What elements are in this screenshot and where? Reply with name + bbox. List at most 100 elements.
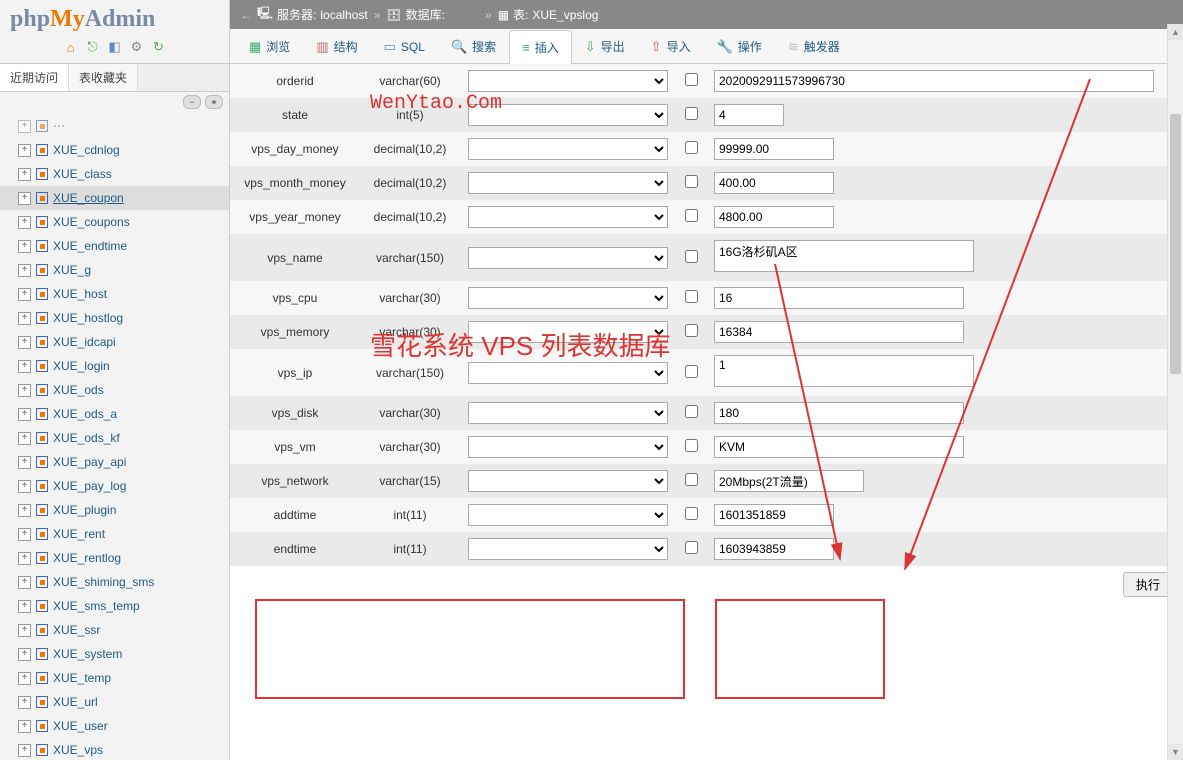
- tab-导出[interactable]: ⇩导出: [572, 29, 638, 63]
- expand-icon[interactable]: +: [18, 696, 31, 709]
- tree-item[interactable]: + XUE_rentlog: [0, 546, 229, 570]
- function-select[interactable]: [468, 70, 668, 92]
- null-checkbox[interactable]: [685, 439, 698, 452]
- null-checkbox[interactable]: [685, 73, 698, 86]
- field-value-textarea[interactable]: 1: [714, 355, 974, 387]
- tree-item-label[interactable]: XUE_rentlog: [53, 548, 121, 568]
- tree-item-label[interactable]: XUE_coupons: [53, 212, 130, 232]
- null-checkbox[interactable]: [685, 107, 698, 120]
- expand-icon[interactable]: +: [18, 168, 31, 181]
- tree-item-label[interactable]: XUE_temp: [53, 668, 111, 688]
- expand-icon[interactable]: +: [18, 192, 31, 205]
- tree-item-label[interactable]: XUE_ssr: [53, 620, 100, 640]
- field-value-input[interactable]: [714, 436, 964, 458]
- tree-item[interactable]: + XUE_coupons: [0, 210, 229, 234]
- tree-item-label[interactable]: XUE_endtime: [53, 236, 127, 256]
- tree-item[interactable]: + XUE_url: [0, 690, 229, 714]
- expand-icon[interactable]: +: [18, 720, 31, 733]
- expand-icon[interactable]: +: [18, 288, 31, 301]
- tree-item[interactable]: +XUE_cdnlog: [0, 138, 229, 162]
- tree-item-label[interactable]: XUE_ods_kf: [53, 428, 120, 448]
- tree-item-label[interactable]: XUE_user: [53, 716, 108, 736]
- tree-item-label[interactable]: XUE_class: [53, 164, 112, 184]
- function-select[interactable]: [468, 138, 668, 160]
- tree-item[interactable]: + XUE_host: [0, 282, 229, 306]
- execute-button[interactable]: 执行: [1123, 572, 1173, 597]
- null-checkbox[interactable]: [685, 541, 698, 554]
- tree-item[interactable]: + XUE_login: [0, 354, 229, 378]
- tree-item-label[interactable]: XUE_hostlog: [53, 308, 123, 328]
- tree-item-label[interactable]: XUE_sms_temp: [53, 596, 140, 616]
- tree-item[interactable]: + XUE_endtime: [0, 234, 229, 258]
- tree-item[interactable]: +XUE_system: [0, 642, 229, 666]
- expand-icon[interactable]: +: [18, 336, 31, 349]
- tree-item-label[interactable]: XUE_ods: [53, 380, 104, 400]
- field-value-input[interactable]: [714, 538, 834, 560]
- expand-icon[interactable]: +: [18, 360, 31, 373]
- field-value-input[interactable]: [714, 287, 964, 309]
- tree-item[interactable]: + XUE_pay_api: [0, 450, 229, 474]
- expand-icon[interactable]: +: [18, 744, 31, 757]
- expand-icon[interactable]: +: [18, 216, 31, 229]
- expand-icon[interactable]: +: [18, 624, 31, 637]
- tab-SQL[interactable]: ▭SQL: [371, 29, 438, 63]
- function-select[interactable]: [468, 402, 668, 424]
- tree-item[interactable]: +XUE_ods_a: [0, 402, 229, 426]
- function-select[interactable]: [468, 538, 668, 560]
- tab-favorites[interactable]: 表收藏夹: [69, 64, 138, 91]
- tree-item[interactable]: +XUE_ods: [0, 378, 229, 402]
- expand-icon[interactable]: +: [18, 240, 31, 253]
- tree-item[interactable]: +XUE_ods_kf: [0, 426, 229, 450]
- logout-icon[interactable]: ⎋: [85, 39, 101, 55]
- tree-item-label[interactable]: XUE_pay_log: [53, 476, 126, 496]
- expand-icon[interactable]: +: [18, 672, 31, 685]
- null-checkbox[interactable]: [685, 250, 698, 263]
- expand-icon[interactable]: +: [18, 504, 31, 517]
- field-value-input[interactable]: [714, 70, 1154, 92]
- logo[interactable]: phpMyAdmin: [0, 0, 229, 35]
- function-select[interactable]: [468, 172, 668, 194]
- field-value-input[interactable]: [714, 504, 834, 526]
- tree-item[interactable]: + XUE_idcapi: [0, 330, 229, 354]
- function-select[interactable]: [468, 247, 668, 269]
- null-checkbox[interactable]: [685, 405, 698, 418]
- breadcrumb-table[interactable]: ▦ 表: XUE_vpslog: [498, 6, 599, 23]
- field-value-input[interactable]: [714, 470, 864, 492]
- tree-item-label[interactable]: XUE_login: [53, 356, 110, 376]
- null-checkbox[interactable]: [685, 473, 698, 486]
- tree-item[interactable]: + XUE_temp: [0, 666, 229, 690]
- expand-icon[interactable]: +: [18, 552, 31, 565]
- tree-item-label[interactable]: XUE_pay_api: [53, 452, 126, 472]
- tree-item[interactable]: + XUE_ssr: [0, 618, 229, 642]
- tree-item-label[interactable]: XUE_rent: [53, 524, 105, 544]
- function-select[interactable]: [468, 470, 668, 492]
- field-value-textarea[interactable]: 16G洛杉矶A区: [714, 240, 974, 272]
- field-value-input[interactable]: [714, 321, 964, 343]
- vertical-scrollbar[interactable]: ▲ ▼: [1167, 24, 1183, 760]
- expand-icon[interactable]: +: [18, 480, 31, 493]
- function-select[interactable]: [468, 362, 668, 384]
- function-select[interactable]: [468, 287, 668, 309]
- tree-item-label[interactable]: XUE_url: [53, 692, 98, 712]
- tree-item-label[interactable]: XUE_idcapi: [53, 332, 116, 352]
- null-checkbox[interactable]: [685, 507, 698, 520]
- null-checkbox[interactable]: [685, 290, 698, 303]
- tab-操作[interactable]: 🔧操作: [704, 29, 775, 63]
- tab-浏览[interactable]: ▦浏览: [236, 29, 303, 63]
- breadcrumb-database[interactable]: 🗄 数据库:: [386, 6, 479, 23]
- tree-item[interactable]: +XUE_plugin: [0, 498, 229, 522]
- tree-item[interactable]: +XUE_coupon: [0, 186, 229, 210]
- tree-item-label[interactable]: XUE_host: [53, 284, 107, 304]
- breadcrumb-server[interactable]: 🖳 服务器: localhost: [257, 4, 368, 25]
- collapse-tree-icon[interactable]: −: [183, 95, 201, 109]
- expand-icon[interactable]: +: [18, 576, 31, 589]
- null-checkbox[interactable]: [685, 175, 698, 188]
- settings-icon[interactable]: ⚙: [129, 39, 145, 55]
- expand-icon[interactable]: +: [18, 456, 31, 469]
- tree-item[interactable]: + XUE_class: [0, 162, 229, 186]
- collapse-handle-icon[interactable]: ←: [238, 8, 254, 22]
- function-select[interactable]: [468, 104, 668, 126]
- docs-icon[interactable]: ◧: [107, 39, 123, 55]
- tab-recent[interactable]: 近期访问: [0, 64, 69, 91]
- expand-icon[interactable]: +: [18, 408, 31, 421]
